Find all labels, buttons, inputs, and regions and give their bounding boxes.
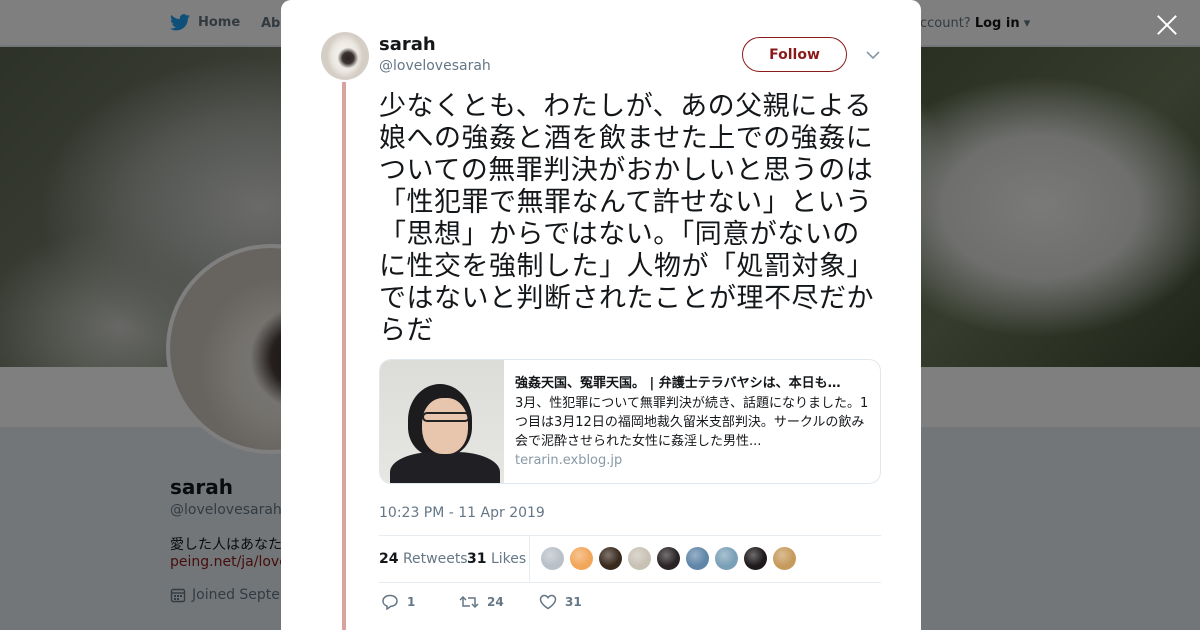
tweet-author-handle[interactable]: @lovelovesarah: [379, 58, 491, 74]
card-description: 3月、性犯罪について無罪判決が続き、話題になりました。1つ目は3月12日の福岡地…: [515, 396, 869, 449]
card-domain: terarin.exblog.jp: [515, 453, 623, 468]
liker-avatar[interactable]: [570, 547, 593, 570]
liker-avatar[interactable]: [773, 547, 796, 570]
retweets-label: Retweets: [402, 551, 468, 567]
reply-icon: [382, 594, 398, 610]
liker-avatar[interactable]: [599, 547, 622, 570]
likes-count: 31: [467, 551, 487, 567]
tweet-timestamp[interactable]: 10:23 PM - 11 Apr 2019: [379, 505, 545, 521]
liker-avatars: [541, 547, 796, 570]
retweets-stat[interactable]: 24 Retweets: [379, 551, 468, 567]
close-icon[interactable]: [1154, 12, 1180, 38]
tweet-actions: 1 24 31: [379, 594, 881, 616]
likes-stat[interactable]: 31 Likes: [467, 551, 526, 567]
liker-avatar[interactable]: [657, 547, 680, 570]
retweet-button[interactable]: 24: [459, 594, 504, 610]
liker-avatar[interactable]: [628, 547, 651, 570]
liker-avatar[interactable]: [715, 547, 738, 570]
thread-line: [342, 82, 346, 630]
tweet-author-name[interactable]: sarah: [379, 34, 436, 55]
card-title: 強姦天国、冤罪天国。 | 弁護士テラバヤシは、本日も…: [515, 376, 841, 391]
tweet-modal: sarah @lovelovesarah Follow 少なくとも、わたしが、あ…: [281, 0, 921, 630]
liker-avatar[interactable]: [744, 547, 767, 570]
tweet-author-avatar[interactable]: [321, 32, 369, 80]
liker-avatar[interactable]: [541, 547, 564, 570]
reply-count: 1: [407, 595, 416, 609]
reply-button[interactable]: 1: [381, 594, 415, 610]
retweet-count: 24: [487, 595, 504, 609]
like-button[interactable]: 31: [539, 594, 582, 610]
like-count: 31: [565, 595, 582, 609]
tweet-stats: 24 Retweets 31 Likes: [379, 535, 881, 583]
link-preview-card[interactable]: 強姦天国、冤罪天国。 | 弁護士テラバヤシは、本日も… 3月、性犯罪について無罪…: [379, 359, 881, 484]
stats-divider: [529, 536, 530, 582]
follow-button[interactable]: Follow: [742, 37, 847, 72]
card-thumbnail: [380, 360, 504, 483]
liker-avatar[interactable]: [686, 547, 709, 570]
heart-icon: [539, 594, 557, 610]
likes-label: Likes: [490, 551, 527, 567]
tweet-text: 少なくとも、わたしが、あの父親による娘への強姦と酒を飲ませた上での強姦についての…: [379, 91, 874, 346]
chevron-down-icon[interactable]: [865, 47, 881, 63]
retweets-count: 24: [379, 551, 399, 567]
retweet-icon: [459, 595, 479, 609]
